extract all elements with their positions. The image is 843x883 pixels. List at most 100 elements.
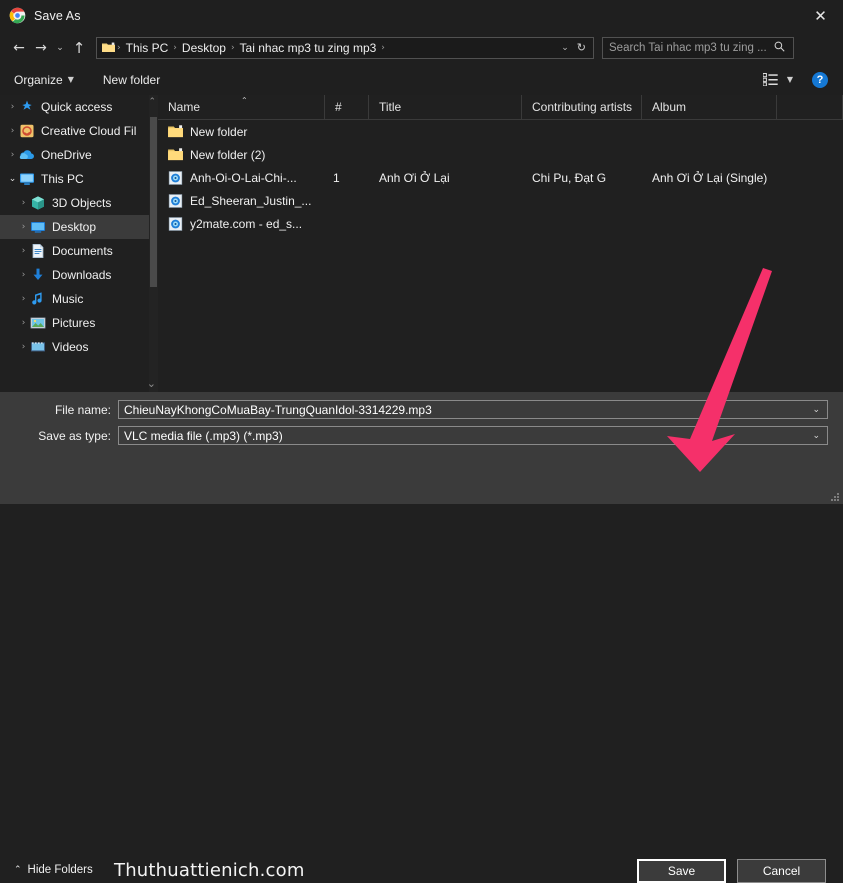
sidebar-item-music[interactable]: › Music (0, 287, 158, 311)
music-note-icon (30, 291, 46, 307)
save-as-type-select[interactable]: VLC media file (.mp3) (*.mp3) ⌄ (118, 426, 828, 445)
new-folder-label: New folder (102, 72, 161, 87)
chevron-down-icon[interactable]: ⌄ (561, 43, 577, 53)
chevron-right-icon[interactable]: › (17, 198, 30, 208)
file-name-text: Anh-Oi-O-Lai-Chi-... (190, 170, 297, 185)
file-name-value: ChieuNayKhongCoMuaBay-TrungQuanIdol-3314… (124, 402, 432, 417)
search-icon (774, 41, 793, 55)
sidebar-item-desktop[interactable]: › Desktop (0, 215, 158, 239)
sidebar-item-downloads[interactable]: › Downloads (0, 263, 158, 287)
save-as-type-value: VLC media file (.mp3) (*.mp3) (124, 428, 283, 443)
forward-button[interactable]: → (30, 36, 52, 60)
sort-ascending-icon: ⌃ (241, 95, 248, 105)
up-button[interactable]: ↑ (68, 36, 90, 60)
file-row[interactable]: New folder (2) (158, 143, 843, 166)
column-header-title[interactable]: Title (369, 94, 522, 120)
view-list-icon[interactable] (762, 73, 778, 87)
sidebar-item-quick-access[interactable]: › Quick access (0, 95, 158, 119)
scroll-down-icon[interactable]: ⌄ (147, 377, 156, 390)
sidebar-item-label: Creative Cloud Fil (41, 124, 137, 138)
sidebar-item-label: Desktop (52, 220, 97, 234)
chevron-down-icon[interactable]: ⌄ (812, 405, 827, 415)
breadcrumb-item-this-pc[interactable]: This PC (123, 41, 172, 55)
sidebar-item-3d-objects[interactable]: › 3D Objects (0, 191, 158, 215)
chevron-right-icon[interactable]: › (6, 126, 19, 136)
cube-icon (30, 195, 46, 211)
breadcrumb[interactable]: › This PC › Desktop › Tai nhac mp3 tu zi… (96, 36, 594, 59)
column-header[interactable] (777, 94, 843, 120)
breadcrumb-separator: › (173, 42, 177, 53)
chevron-up-icon: ⌃ (14, 865, 22, 875)
column-header-album[interactable]: Album (642, 94, 777, 120)
file-cell-num: 1 (333, 170, 340, 185)
organize-button[interactable]: Organize ▼ (14, 73, 74, 87)
address-bar-row: ← → ⌄ ↑ › This PC › Desktop › Tai nhac m… (0, 31, 843, 64)
sidebar-item-creative-cloud-fil[interactable]: › Creative Cloud Fil (0, 119, 158, 143)
sidebar-item-label: Videos (52, 340, 89, 354)
video-icon (30, 339, 46, 355)
file-row[interactable]: New folder (158, 120, 843, 143)
file-row[interactable]: Anh-Oi-O-Lai-Chi-... 1 Anh Ơi Ở Lại Chi Pu,… (158, 166, 843, 189)
file-name-label: File name: (54, 402, 111, 417)
file-name-input[interactable]: ChieuNayKhongCoMuaBay-TrungQuanIdol-3314… (118, 400, 828, 419)
chevron-right-icon[interactable]: › (17, 270, 30, 280)
chevron-right-icon[interactable]: › (6, 102, 19, 112)
sidebar-item-label: Pictures (52, 316, 96, 330)
search-input[interactable]: Search Tai nhac mp3 tu zing ... (602, 36, 794, 59)
file-row[interactable]: y2mate.com - ed_s... (158, 212, 843, 235)
column-header-[interactable]: # (325, 94, 369, 120)
chevron-right-icon[interactable]: › (6, 150, 19, 160)
breadcrumb-item-current[interactable]: Tai nhac mp3 tu zing mp3 (237, 41, 380, 55)
chevron-down-icon[interactable]: ⌄ (812, 431, 827, 441)
file-name-text: New folder (2) (190, 147, 266, 162)
chevron-down-icon[interactable]: ⌄ (6, 174, 19, 184)
save-as-type-label: Save as type: (38, 428, 111, 443)
sidebar-item-label: Quick access (41, 100, 113, 114)
chevron-right-icon[interactable]: › (17, 222, 30, 232)
recent-locations-button[interactable]: ⌄ (52, 36, 68, 60)
chevron-right-icon[interactable]: › (17, 318, 30, 328)
refresh-icon[interactable]: ↻ (577, 41, 593, 54)
column-header-name[interactable]: Name ⌃ (158, 94, 325, 120)
breadcrumb-separator: › (117, 42, 121, 53)
close-icon[interactable]: ✕ (798, 0, 843, 31)
column-header-row: Name ⌃ # Title Contributing artists Album (158, 94, 843, 120)
view-options-chevron-icon[interactable]: ▼ (787, 75, 793, 84)
hide-folders-button[interactable]: ⌃ Hide Folders (14, 864, 93, 876)
chevron-right-icon[interactable]: › (17, 294, 30, 304)
help-button[interactable]: ? (812, 71, 828, 88)
save-button[interactable]: Save (637, 859, 726, 883)
new-folder-button[interactable]: New folder (103, 73, 160, 87)
picture-icon (30, 315, 46, 331)
folder-icon (102, 42, 115, 53)
chevron-right-icon[interactable]: › (17, 246, 30, 256)
scroll-up-icon[interactable]: ⌃ (148, 97, 156, 107)
resize-grip[interactable] (831, 493, 840, 502)
sidebar-item-label: 3D Objects (52, 196, 112, 210)
monitor-icon (19, 171, 35, 187)
scrollbar-thumb[interactable] (150, 117, 157, 287)
sidebar-item-this-pc[interactable]: ⌄ This PC (0, 167, 158, 191)
sidebar-item-documents[interactable]: › Documents (0, 239, 158, 263)
folder-icon (168, 124, 183, 139)
hide-folders-label: Hide Folders (27, 864, 93, 876)
column-header-contributing-artists[interactable]: Contributing artists (522, 94, 642, 120)
sidebar-item-label: Documents (52, 244, 113, 258)
sidebar-item-label: This PC (41, 172, 84, 186)
back-button[interactable]: ← (8, 36, 30, 60)
star-icon (19, 99, 35, 115)
chevron-right-icon[interactable]: › (17, 342, 30, 352)
file-name-text: y2mate.com - ed_s... (190, 216, 303, 231)
folder-icon (168, 147, 183, 162)
sidebar-item-onedrive[interactable]: › OneDrive (0, 143, 158, 167)
cancel-button[interactable]: Cancel (737, 859, 826, 883)
file-cell-name: New folder (158, 125, 325, 139)
sidebar-item-videos[interactable]: › Videos (0, 335, 158, 359)
breadcrumb-item-desktop[interactable]: Desktop (179, 41, 229, 55)
window-title: Save As (34, 8, 81, 23)
file-cell-title: Anh Ơi Ở Lại (379, 170, 450, 185)
sidebar-item-pictures[interactable]: › Pictures (0, 311, 158, 335)
navigation-scrollbar[interactable]: ⌃ ⌄ (147, 95, 158, 392)
column-header-label: Album (652, 100, 687, 114)
file-row[interactable]: Ed_Sheeran_Justin_... (158, 189, 843, 212)
